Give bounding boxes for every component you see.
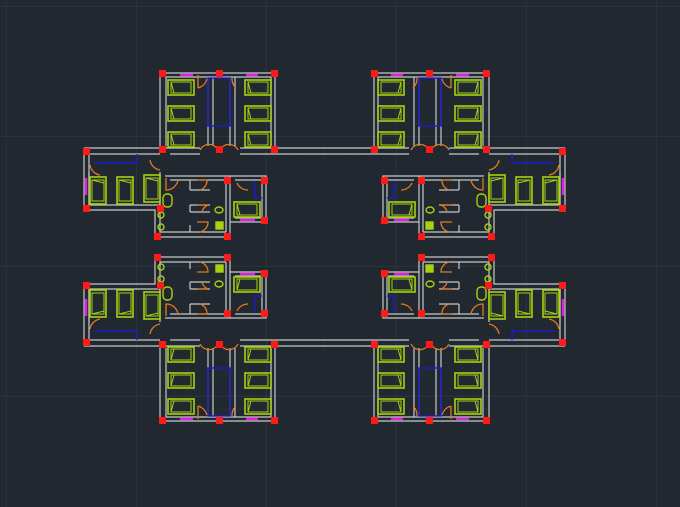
cad-drawing-canvas[interactable] [0,0,680,507]
grid-major [0,0,680,507]
